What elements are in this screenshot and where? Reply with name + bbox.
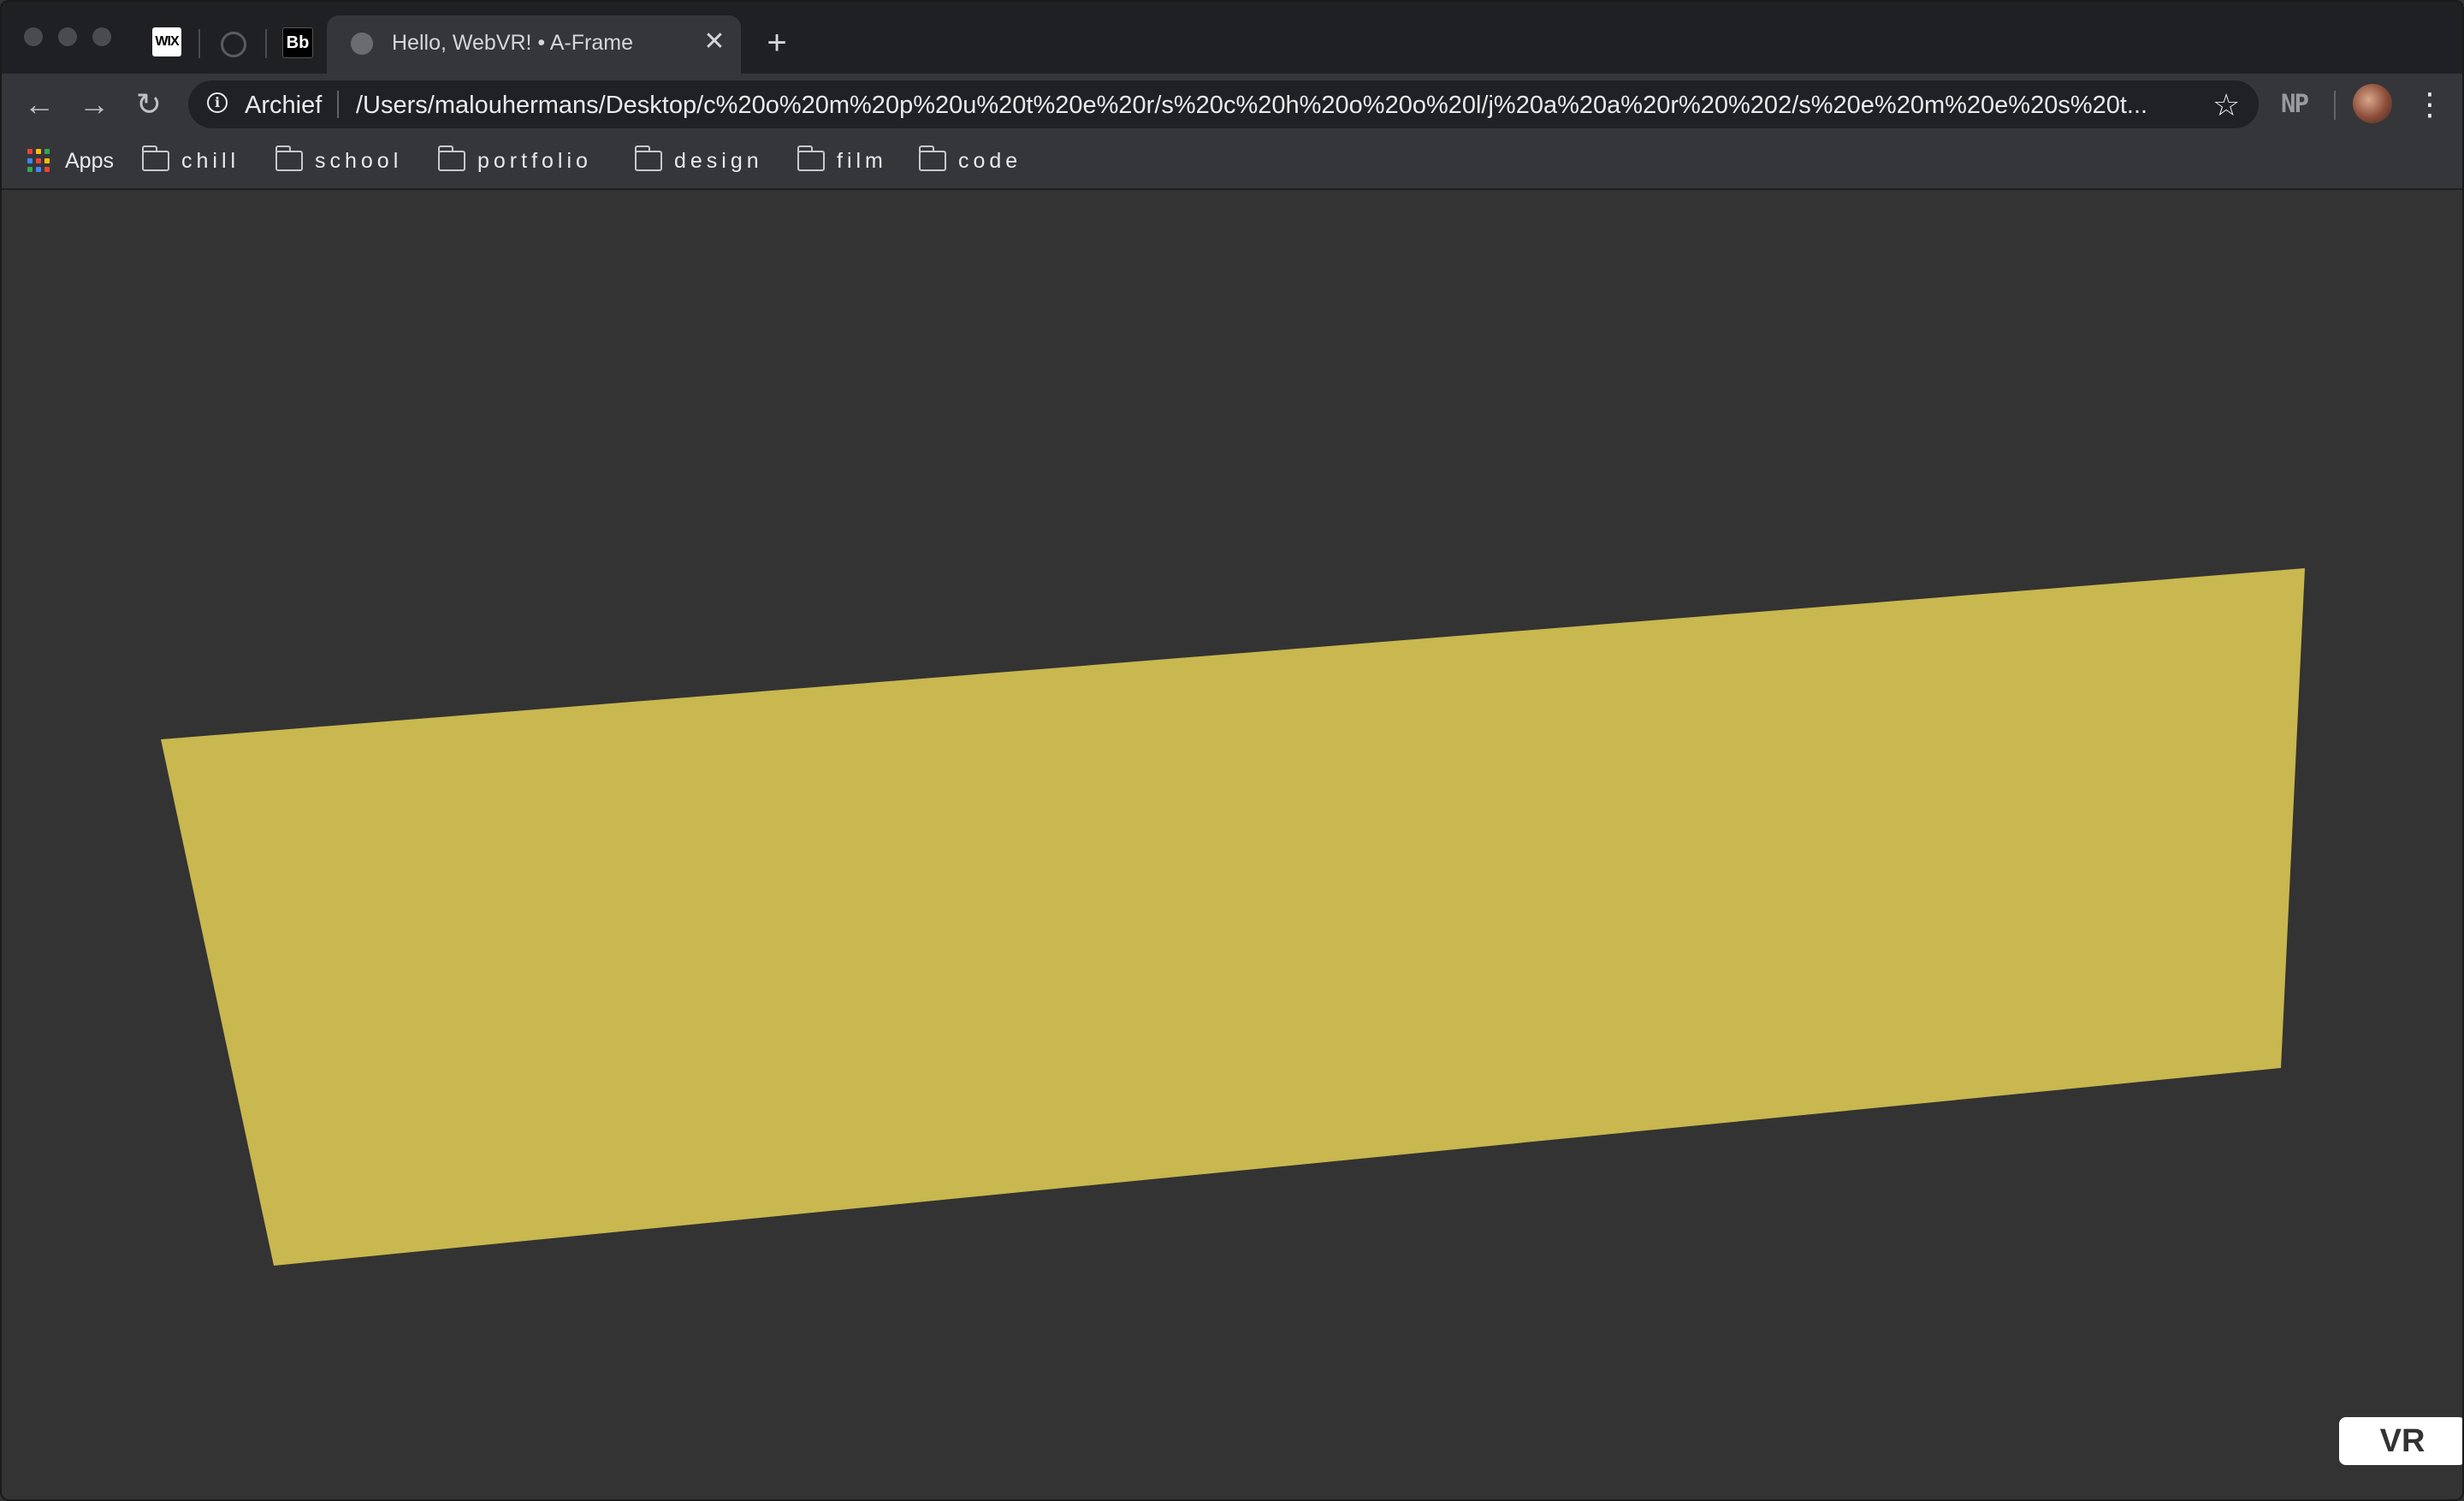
active-tab[interactable]: Hello, WebVR! • A-Frame ✕	[327, 15, 741, 74]
folder-icon	[275, 145, 303, 171]
bookmark-star-icon[interactable]: ☆	[2212, 87, 2240, 123]
close-window-button[interactable]	[24, 27, 43, 46]
profile-avatar[interactable]	[2353, 84, 2392, 123]
apps-grid-dot	[44, 167, 50, 173]
toolbar: ← → ↻ i Archief /Users/malouhermans/Desk…	[2, 74, 2462, 135]
folder-icon	[918, 145, 946, 171]
bookmark-folder-portfolio[interactable]: portfolio	[437, 145, 592, 176]
bookmark-label: chill	[181, 148, 240, 173]
tab-separator	[265, 29, 267, 58]
globe-icon	[351, 33, 373, 55]
np-extension-icon[interactable]: NP	[2281, 89, 2309, 118]
folder-icon	[797, 145, 825, 171]
aframe-scene[interactable]: VR	[2, 190, 2464, 1501]
bookmark-folder-code[interactable]: code	[918, 145, 1022, 176]
bookmark-label: code	[958, 148, 1022, 173]
bookmark-folder-design[interactable]: design	[634, 145, 763, 176]
apps-grid-dot	[27, 149, 33, 154]
folder-icon	[437, 145, 465, 171]
browser-window: WIX Bb Hello, WebVR! • A-Frame ✕ + ← → ↻…	[0, 0, 2464, 1501]
bookmark-label: Apps	[65, 148, 114, 173]
bookmark-label: film	[837, 148, 887, 173]
pinned-tab-globe[interactable]	[221, 32, 246, 57]
url-text[interactable]: /Users/malouhermans/Desktop/c%20o%20m%20…	[356, 92, 2187, 120]
wix-favicon-icon: WIX	[155, 34, 179, 49]
tab-title: Hello, WebVR! • A-Frame	[392, 31, 633, 55]
bookmark-folder-school[interactable]: school	[275, 145, 402, 176]
bookmark-label: design	[674, 148, 763, 173]
enter-vr-button[interactable]: VR	[2336, 1414, 2462, 1468]
apps-grid-dot	[27, 167, 33, 173]
apps-grid-dot	[36, 167, 41, 173]
tab-separator	[198, 29, 200, 58]
pinned-tab-behance[interactable]: Bb	[282, 27, 313, 58]
bookmark-label: school	[315, 148, 403, 173]
folder-icon	[634, 145, 662, 171]
apps-grid-dot	[36, 157, 41, 163]
bookmark-apps[interactable]: Apps	[27, 145, 114, 176]
site-chip[interactable]: Archief	[245, 92, 322, 120]
address-separator	[337, 91, 339, 118]
apps-grid-icon	[27, 149, 51, 173]
new-tab-button[interactable]: +	[760, 26, 794, 60]
reload-button[interactable]: ↻	[130, 86, 168, 123]
bookmark-folder-chill[interactable]: chill	[141, 145, 240, 176]
forward-button[interactable]: →	[75, 86, 113, 123]
folder-icon	[141, 145, 169, 171]
apps-grid-dot	[27, 157, 33, 163]
behance-favicon-icon: Bb	[286, 33, 310, 52]
minimize-window-button[interactable]	[58, 27, 77, 46]
zoom-window-button[interactable]	[92, 27, 111, 46]
toolbar-separator	[2334, 91, 2336, 120]
apps-grid-dot	[44, 157, 50, 163]
scene-canvas[interactable]	[2, 190, 2464, 1501]
back-button[interactable]: ←	[21, 86, 58, 123]
address-bar[interactable]: i Archief /Users/malouhermans/Desktop/c%…	[188, 80, 2259, 128]
info-icon[interactable]: i	[207, 92, 228, 113]
bookmark-label: portfolio	[477, 148, 592, 173]
tab-strip: WIX Bb Hello, WebVR! • A-Frame ✕ +	[2, 2, 2462, 74]
apps-grid-dot	[44, 149, 50, 154]
close-tab-icon[interactable]: ✕	[700, 27, 729, 56]
bookmarks-bar: Apps chill school portfolio design film …	[2, 135, 2462, 190]
bookmark-folder-film[interactable]: film	[797, 145, 887, 176]
pinned-tab-wix[interactable]: WIX	[152, 27, 181, 56]
apps-grid-dot	[36, 149, 41, 154]
more-menu-icon[interactable]: ⋮	[2414, 86, 2445, 123]
